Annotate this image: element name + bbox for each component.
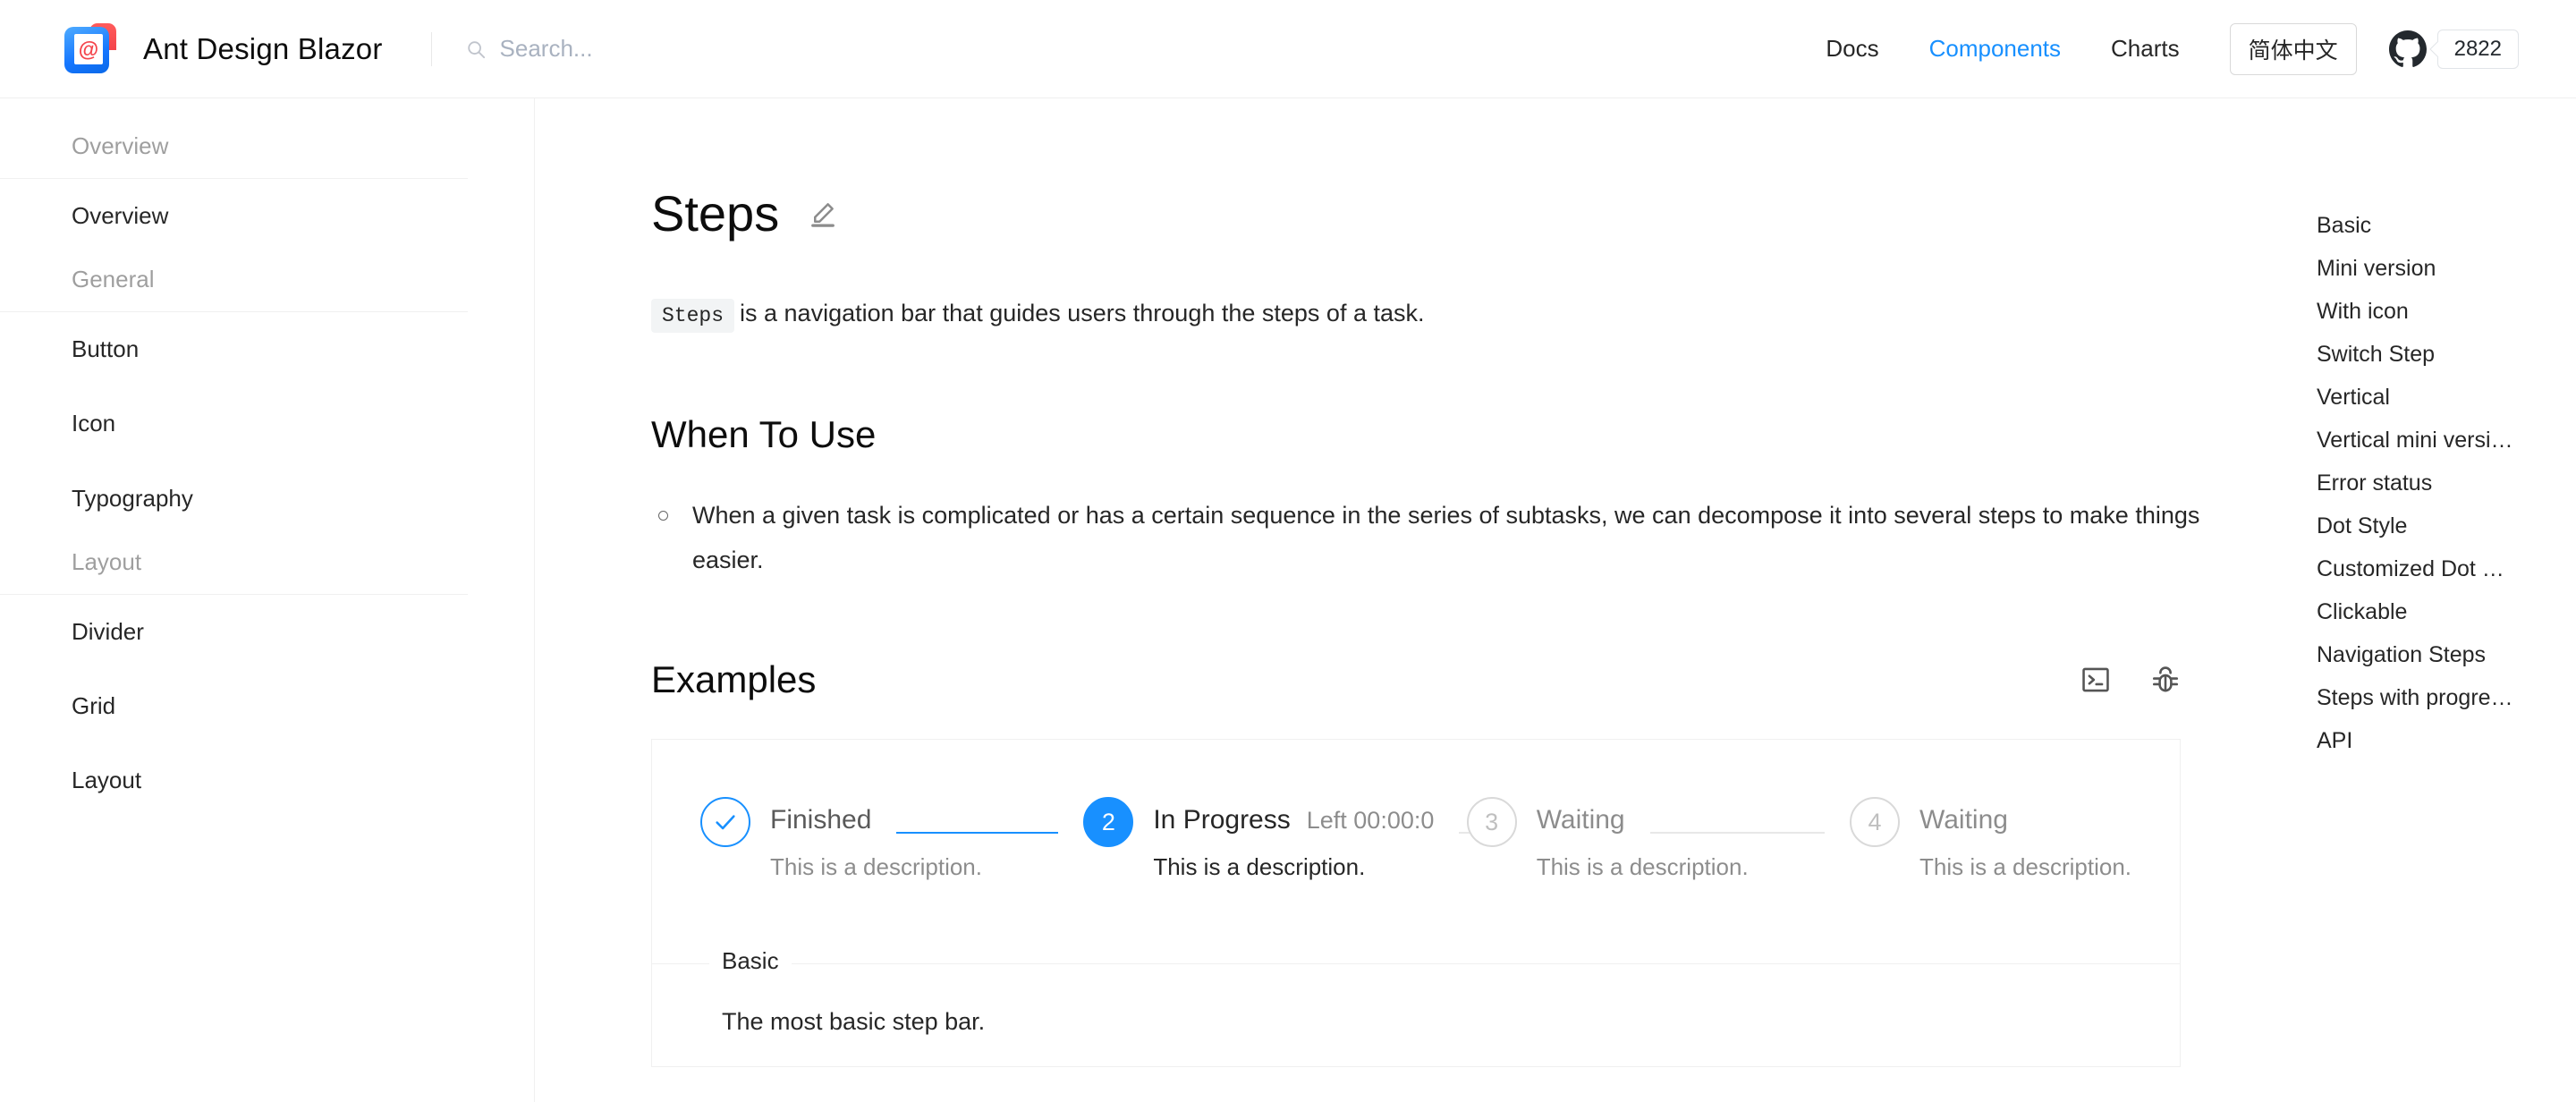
step-description: This is a description. [770, 853, 982, 881]
header-nav: Docs Components Charts 简体中文 2822 [1801, 22, 2519, 75]
step-content-4: Waiting This is a description. [1919, 795, 2131, 886]
step-description: This is a description. [1153, 853, 1366, 881]
step-item-2[interactable]: 2 In Progress Left 00:00:0 This is a des… [1083, 795, 1496, 886]
step-description: This is a description. [1536, 853, 1749, 881]
step-title: Finished [770, 805, 872, 835]
toc-item-clickable[interactable]: Clickable [2317, 590, 2576, 633]
demo-preview: Finished This is a description. 2 In Pro… [652, 740, 2180, 963]
brand[interactable]: @ Ant Design Blazor [63, 21, 383, 77]
step-head-1: Finished [770, 795, 1083, 845]
code-terminal-icon[interactable] [2080, 665, 2111, 695]
sidebar-item-typography[interactable]: Typography [0, 462, 534, 536]
nav-link-charts[interactable]: Charts [2086, 35, 2205, 63]
step-title: Waiting [1919, 805, 2008, 835]
toc-item-switch-step[interactable]: Switch Step [2317, 333, 2576, 376]
intro-text: is a navigation bar that guides users th… [740, 299, 1425, 326]
sidebar: Overview Overview General Button Icon Ty… [0, 98, 535, 1102]
toc-item-vertical[interactable]: Vertical [2317, 376, 2576, 419]
toc-item-customized-dot[interactable]: Customized Dot … [2317, 547, 2576, 590]
sidebar-group-title-overview: Overview [0, 120, 468, 179]
pencil-edit-icon[interactable] [809, 200, 836, 227]
check-icon [716, 815, 735, 830]
app-header: @ Ant Design Blazor Docs Components Char… [0, 0, 2576, 98]
toc-item-navigation-steps[interactable]: Navigation Steps [2317, 633, 2576, 676]
step-icon-wait: 4 [1850, 797, 1901, 848]
step-description: This is a description. [1919, 853, 2132, 881]
examples-header-row: Examples [651, 658, 2297, 701]
page-title: Steps [651, 185, 780, 242]
demo-meta: Basic The most basic step bar. [652, 946, 2180, 1066]
header-divider [430, 31, 432, 66]
main-content: Steps Steps is a navigation bar that guid… [535, 98, 2576, 1102]
sidebar-menu: Overview Overview General Button Icon Ty… [0, 98, 534, 818]
github-stars[interactable]: 2822 [2388, 29, 2519, 69]
list-item: When a given task is complicated or has … [651, 494, 2252, 583]
intro-paragraph: Steps is a navigation bar that guides use… [651, 292, 2297, 335]
step-title: Waiting [1536, 805, 1625, 835]
sidebar-item-divider[interactable]: Divider [0, 595, 534, 669]
when-to-use-heading: When To Use [651, 413, 877, 456]
brand-title: Ant Design Blazor [143, 31, 383, 65]
github-star-count[interactable]: 2822 [2436, 29, 2519, 69]
bug-icon[interactable] [2150, 665, 2181, 695]
language-switch-button[interactable]: 简体中文 [2229, 22, 2357, 75]
toc-item-with-icon[interactable]: With icon [2317, 290, 2576, 333]
body: Overview Overview General Button Icon Ty… [0, 98, 2576, 1102]
table-of-contents: Basic Mini version With icon Switch Step… [2317, 98, 2576, 762]
step-title: In Progress [1153, 805, 1291, 835]
toc-item-error-status[interactable]: Error status [2317, 462, 2576, 504]
sidebar-item-overview[interactable]: Overview [0, 179, 534, 253]
steps-component: Finished This is a description. 2 In Pro… [700, 795, 2131, 886]
step-head-4: Waiting [1919, 795, 2131, 845]
step-icon-wait: 3 [1466, 797, 1517, 848]
toc-item-basic[interactable]: Basic [2317, 204, 2576, 247]
toc-item-dot-style[interactable]: Dot Style [2317, 504, 2576, 547]
nav-link-docs[interactable]: Docs [1801, 35, 1903, 63]
step-content-1: Finished This is a description. [770, 795, 1083, 886]
sidebar-item-button[interactable]: Button [0, 312, 534, 386]
step-subtitle: Left 00:00:0 [1306, 806, 1435, 834]
github-icon[interactable] [2388, 30, 2427, 68]
toc-item-api[interactable]: API [2317, 719, 2576, 762]
demo-note: The most basic step bar. [722, 1007, 986, 1035]
demo-legend-title: Basic [709, 946, 792, 975]
nav-link-components[interactable]: Components [1904, 35, 2086, 63]
sidebar-item-icon[interactable]: Icon [0, 386, 534, 461]
examples-actions [2080, 665, 2181, 695]
search-input[interactable] [499, 35, 876, 63]
step-item-4[interactable]: 4 Waiting This is a description. [1850, 795, 2131, 886]
sidebar-item-layout[interactable]: Layout [0, 743, 534, 818]
sidebar-group-title-general: General [0, 253, 468, 313]
when-to-use-list: When a given task is complicated or has … [651, 494, 2297, 583]
intro-code-tag: Steps [651, 298, 735, 333]
step-head-3: Waiting [1537, 795, 1850, 845]
step-content-3: Waiting This is a description. [1537, 795, 1850, 886]
step-head-2: In Progress Left 00:00:0 [1153, 795, 1496, 845]
sidebar-item-grid[interactable]: Grid [0, 669, 534, 743]
sidebar-group-title-layout: Layout [0, 536, 468, 595]
demo-card-basic: Finished This is a description. 2 In Pro… [651, 739, 2181, 1067]
step-item-1[interactable]: Finished This is a description. [700, 795, 1083, 886]
step-tail [1649, 831, 1826, 834]
step-content-2: In Progress Left 00:00:0 This is a descr… [1153, 795, 1496, 886]
step-icon-process: 2 [1083, 797, 1134, 848]
main-inner: Steps Steps is a navigation bar that guid… [535, 98, 2297, 1067]
search-box[interactable] [466, 35, 1801, 63]
examples-heading: Examples [651, 658, 817, 701]
logo-at-glyph: @ [78, 37, 99, 61]
ant-design-blazor-logo-icon[interactable]: @ [63, 21, 118, 77]
step-tail [896, 831, 1059, 834]
page-title-row: Steps [651, 186, 2297, 242]
search-icon [467, 40, 485, 58]
toc-item-vertical-mini-version[interactable]: Vertical mini versi… [2317, 419, 2576, 462]
step-icon-finish [700, 797, 750, 848]
toc-item-steps-with-progress[interactable]: Steps with progre… [2317, 676, 2576, 719]
toc-item-mini-version[interactable]: Mini version [2317, 247, 2576, 290]
step-item-3[interactable]: 3 Waiting This is a description. [1466, 795, 1850, 886]
